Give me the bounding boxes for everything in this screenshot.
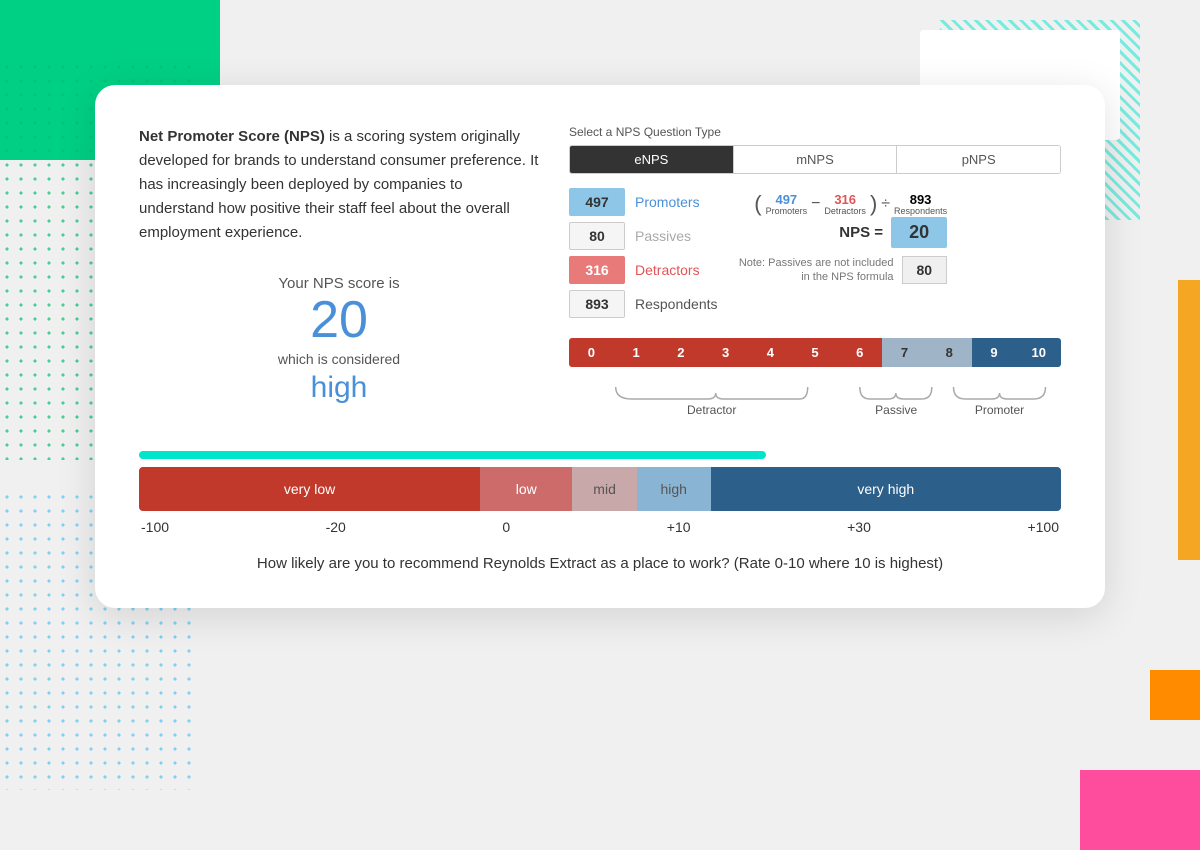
question-text: How likely are you to recommend Reynolds… bbox=[139, 555, 1061, 572]
passives-box: 80 bbox=[569, 222, 625, 250]
scale-labels: Detractor Passive Promoter bbox=[569, 373, 1061, 425]
nps-score-label: Your NPS score is bbox=[139, 275, 539, 292]
formula-promoters: 497 Promoters bbox=[766, 192, 808, 217]
passive-val-box: 80 bbox=[902, 256, 948, 284]
minus-op: − bbox=[811, 195, 820, 213]
bar-mid: mid bbox=[572, 467, 637, 511]
bg-orange-bar bbox=[1178, 280, 1200, 560]
scale-9: 9 bbox=[972, 338, 1017, 367]
respondents-box: 893 bbox=[569, 290, 625, 318]
scale-1: 1 bbox=[614, 338, 659, 367]
formula-area: ( 497 Promoters − 316 Detractors ) ÷ bbox=[734, 192, 948, 338]
scale-2: 2 bbox=[658, 338, 703, 367]
promoters-box: 497 bbox=[569, 188, 625, 216]
formula-eq-row: ( 497 Promoters − 316 Detractors ) ÷ bbox=[754, 192, 947, 217]
detractors-box: 316 bbox=[569, 256, 625, 284]
passive-note-row: Note: Passives are not included in the N… bbox=[734, 256, 948, 285]
bg-orange-small bbox=[1150, 670, 1200, 720]
respondents-row: 893 Respondents bbox=[569, 290, 718, 318]
right-section: Select a NPS Question Type eNPS mNPS pNP… bbox=[569, 125, 1061, 425]
scale-6: 6 bbox=[837, 338, 882, 367]
passive-note-text: Note: Passives are not included in the N… bbox=[734, 256, 894, 285]
promoters-row: 497 Promoters bbox=[569, 188, 718, 216]
scale-0: 0 bbox=[569, 338, 614, 367]
tab-pnps[interactable]: pNPS bbox=[897, 146, 1060, 173]
passives-row: 80 Passives bbox=[569, 222, 718, 250]
nps-result-box: 20 bbox=[891, 217, 947, 248]
detractor-brace: Detractor bbox=[569, 383, 854, 417]
description-bold: Net Promoter Score (NPS) bbox=[139, 128, 325, 145]
nps-result-row: NPS = 20 bbox=[839, 217, 947, 248]
nps-considered-label: which is considered bbox=[139, 351, 539, 367]
formula-detractors: 316 Detractors bbox=[824, 192, 866, 217]
bar-low: low bbox=[480, 467, 572, 511]
divide-op: ÷ bbox=[881, 195, 890, 213]
axis-neg20: -20 bbox=[326, 519, 346, 535]
formula-detractors-sub: Detractors bbox=[824, 207, 866, 217]
bar-high: high bbox=[637, 467, 711, 511]
stats-formula-area: 497 Promoters 80 Passives 316 Detractors… bbox=[569, 188, 1061, 338]
bottom-section: very low low mid high very high -100 -20… bbox=[139, 451, 1061, 572]
formula-promoters-val: 497 bbox=[775, 192, 797, 207]
formula-respondents: 893 Respondents bbox=[894, 192, 947, 217]
nps-score-value: 20 bbox=[139, 292, 539, 349]
scale-8: 8 bbox=[927, 338, 972, 367]
indicator-bar bbox=[139, 451, 766, 459]
axis-neg100: -100 bbox=[141, 519, 169, 535]
scale-5: 5 bbox=[793, 338, 838, 367]
open-paren: ( bbox=[754, 193, 761, 215]
score-bar: very low low mid high very high bbox=[139, 467, 1061, 511]
bar-very-high: very high bbox=[711, 467, 1061, 511]
respondents-label: Respondents bbox=[635, 296, 718, 312]
scale-10: 10 bbox=[1016, 338, 1061, 367]
tab-mnps[interactable]: mNPS bbox=[734, 146, 898, 173]
scale-4: 4 bbox=[748, 338, 793, 367]
axis-plus10: +10 bbox=[667, 519, 691, 535]
axis-0: 0 bbox=[502, 519, 510, 535]
passive-label: Passive bbox=[875, 403, 917, 417]
passive-brace: Passive bbox=[854, 383, 938, 417]
nps-result-label: NPS = bbox=[839, 224, 883, 241]
axis-plus100: +100 bbox=[1027, 519, 1059, 535]
nps-considered-value: high bbox=[139, 371, 539, 405]
promoters-label: Promoters bbox=[635, 194, 700, 210]
scale-3: 3 bbox=[703, 338, 748, 367]
bar-very-low: very low bbox=[139, 467, 480, 511]
question-type-label: Select a NPS Question Type bbox=[569, 125, 1061, 139]
number-scale: 0 1 2 3 4 5 6 7 8 9 10 bbox=[569, 338, 1061, 367]
close-paren: ) bbox=[870, 193, 877, 215]
promoter-brace: Promoter bbox=[938, 383, 1061, 417]
promoter-label: Promoter bbox=[975, 403, 1024, 417]
detractors-label: Detractors bbox=[635, 262, 700, 278]
bg-pink-block bbox=[1080, 770, 1200, 850]
main-card: Net Promoter Score (NPS) is a scoring sy… bbox=[95, 85, 1105, 608]
formula-detractors-val: 316 bbox=[834, 192, 856, 207]
formula-respondents-sub: Respondents bbox=[894, 207, 947, 217]
formula-promoters-sub: Promoters bbox=[766, 207, 808, 217]
nps-score-display: Your NPS score is 20 which is considered… bbox=[139, 275, 539, 405]
scale-7: 7 bbox=[882, 338, 927, 367]
description: Net Promoter Score (NPS) is a scoring sy… bbox=[139, 125, 539, 245]
tab-enps[interactable]: eNPS bbox=[570, 146, 734, 173]
left-section: Net Promoter Score (NPS) is a scoring sy… bbox=[139, 125, 539, 425]
card-body: Net Promoter Score (NPS) is a scoring sy… bbox=[139, 125, 1061, 425]
formula-respondents-val: 893 bbox=[910, 192, 932, 207]
passives-label: Passives bbox=[635, 228, 691, 244]
detractor-label: Detractor bbox=[687, 403, 736, 417]
stats-rows: 497 Promoters 80 Passives 316 Detractors… bbox=[569, 188, 718, 324]
tabs: eNPS mNPS pNPS bbox=[569, 145, 1061, 174]
axis-plus30: +30 bbox=[847, 519, 871, 535]
bar-axis: -100 -20 0 +10 +30 +100 bbox=[139, 519, 1061, 535]
detractors-row: 316 Detractors bbox=[569, 256, 718, 284]
